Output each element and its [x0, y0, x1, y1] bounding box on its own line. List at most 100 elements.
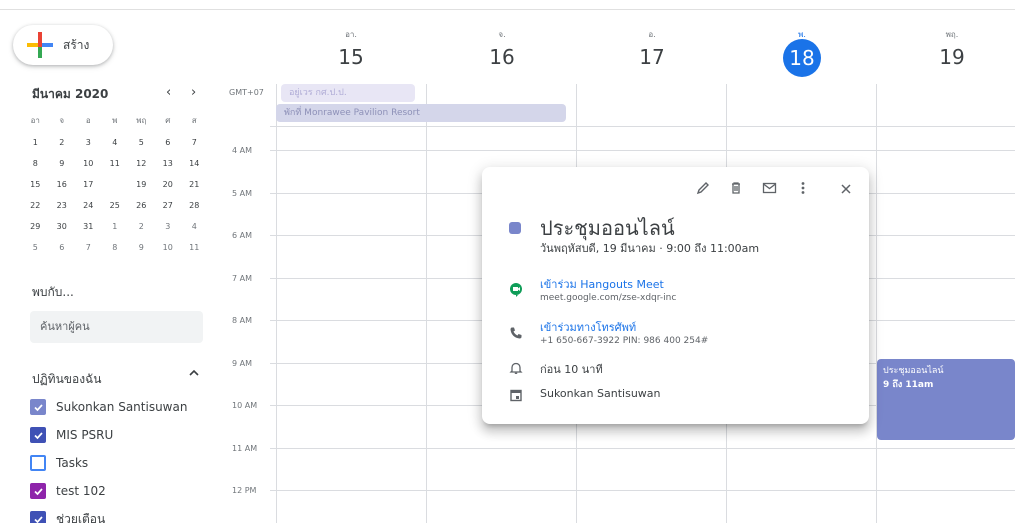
- bell-icon: [507, 359, 525, 377]
- mini-day[interactable]: 11: [102, 159, 129, 168]
- weekday-label: จ: [59, 115, 65, 125]
- mini-day[interactable]: 5: [128, 138, 155, 147]
- event-details-popup: ประชุมออนไลน์ วันพฤหัสบดี, 19 มีนาคม · 9…: [482, 167, 869, 424]
- mini-day[interactable]: 10: [75, 159, 102, 168]
- mini-day[interactable]: 6: [155, 138, 182, 147]
- allday-event[interactable]: อยู่เวร กศ.ป.ป.: [281, 84, 415, 102]
- mini-day[interactable]: 4: [181, 222, 208, 231]
- calendar-checkbox[interactable]: [30, 455, 46, 471]
- mini-day[interactable]: 5: [22, 243, 49, 252]
- calendar-checkbox[interactable]: [30, 483, 46, 499]
- event-time: 9 ถึง 11am: [883, 380, 934, 390]
- close-icon[interactable]: [836, 181, 856, 201]
- mini-day[interactable]: 12: [128, 159, 155, 168]
- email-icon[interactable]: [759, 181, 779, 201]
- day-name: จ.: [498, 30, 506, 39]
- mini-day[interactable]: 23: [49, 201, 76, 210]
- mini-day[interactable]: 1: [22, 138, 49, 147]
- mini-day[interactable]: 21: [181, 180, 208, 189]
- hour-line: [270, 150, 1015, 151]
- join-hangouts-link[interactable]: เข้าร่วม Hangouts Meet: [540, 275, 664, 293]
- mini-day[interactable]: 13: [155, 159, 182, 168]
- day-number[interactable]: 19: [877, 45, 1015, 69]
- mini-day[interactable]: 15: [22, 180, 49, 189]
- mini-day[interactable]: 3: [75, 138, 102, 147]
- next-month-button[interactable]: ›: [191, 85, 196, 100]
- time-label: 8 AM: [232, 316, 253, 325]
- mini-day[interactable]: 8: [22, 159, 49, 168]
- day-number-today[interactable]: 18: [727, 39, 877, 77]
- weekday-label: อา: [30, 115, 40, 125]
- mini-day[interactable]: 24: [75, 201, 102, 210]
- calendar-checkbox[interactable]: [30, 399, 46, 415]
- mini-day[interactable]: 8: [102, 243, 129, 252]
- mini-day[interactable]: 4: [102, 138, 129, 147]
- mini-day[interactable]: 17: [75, 180, 102, 189]
- calendar-list-item[interactable]: ช่วยเตือน: [30, 510, 105, 523]
- calendar-label: MIS PSRU: [56, 428, 114, 442]
- mini-day[interactable]: 25: [102, 201, 129, 210]
- more-icon[interactable]: [793, 181, 813, 201]
- mini-day[interactable]: 10: [155, 243, 182, 252]
- phone-number: +1 650-667-3922 PIN: 986 400 254#: [540, 336, 709, 346]
- mini-day[interactable]: 11: [181, 243, 208, 252]
- time-label: 5 AM: [232, 189, 253, 198]
- chevron-up-icon[interactable]: [188, 367, 200, 382]
- search-people-input[interactable]: ค้นหาผู้คน: [30, 311, 203, 343]
- mini-day[interactable]: 2: [128, 222, 155, 231]
- hour-line: [270, 490, 1015, 491]
- mini-day[interactable]: 1: [102, 222, 129, 231]
- prev-month-button[interactable]: ‹: [166, 85, 171, 100]
- mini-day[interactable]: 3: [155, 222, 182, 231]
- mini-day-today[interactable]: 18: [102, 172, 129, 192]
- delete-icon[interactable]: [726, 181, 746, 201]
- mini-day[interactable]: 19: [128, 180, 155, 189]
- mini-day[interactable]: 28: [181, 201, 208, 210]
- calendar-event[interactable]: ประชุมออนไลน์ 9 ถึง 11am: [877, 359, 1015, 440]
- mini-day[interactable]: 9: [128, 243, 155, 252]
- mini-day[interactable]: 20: [155, 180, 182, 189]
- time-label: 7 AM: [232, 274, 253, 283]
- edit-icon[interactable]: [693, 181, 713, 201]
- mini-day[interactable]: 30: [49, 222, 76, 231]
- allday-event[interactable]: พักที่ Monrawee Pavilion Resort: [276, 104, 566, 122]
- mini-day[interactable]: 22: [22, 201, 49, 210]
- time-label: 4 AM: [232, 146, 253, 155]
- mini-day[interactable]: 9: [49, 159, 76, 168]
- time-label: 9 AM: [232, 359, 253, 368]
- day-number[interactable]: 17: [577, 45, 727, 69]
- calendar-list-item[interactable]: test 102: [30, 482, 106, 500]
- mini-day[interactable]: 14: [181, 159, 208, 168]
- mini-day[interactable]: 7: [181, 138, 208, 147]
- join-by-phone-link[interactable]: เข้าร่วมทางโทรศัพท์: [540, 318, 636, 336]
- mini-day[interactable]: 7: [75, 243, 102, 252]
- mini-day[interactable]: 16: [49, 180, 76, 189]
- event-title: ประชุมออนไลน์: [883, 366, 944, 376]
- reminder-text: ก่อน 10 นาที: [540, 363, 603, 376]
- day-number[interactable]: 15: [276, 45, 426, 69]
- mini-calendar-grid: อาจอพพฤศส 1 2 3 4 5 6 7 8 9 10 11 12 13 14 15 16 17 18 19 20…: [22, 108, 212, 258]
- event-color-swatch: [509, 222, 521, 234]
- calendar-checkbox[interactable]: [30, 511, 46, 523]
- calendar-checkbox[interactable]: [30, 427, 46, 443]
- weekday-label: อ: [85, 115, 91, 125]
- mini-day[interactable]: 27: [155, 201, 182, 210]
- mini-day[interactable]: 29: [22, 222, 49, 231]
- day-name: พฤ.: [945, 30, 959, 39]
- mini-day[interactable]: 2: [49, 138, 76, 147]
- create-button[interactable]: สร้าง: [13, 25, 113, 65]
- mini-day[interactable]: 26: [128, 201, 155, 210]
- calendar-list-item[interactable]: MIS PSRU: [30, 426, 113, 444]
- allday-divider: [270, 126, 1015, 127]
- calendar-list-item[interactable]: Sukonkan Santisuwan: [30, 398, 187, 416]
- timezone-label: GMT+07: [229, 88, 264, 97]
- calendar-list-item[interactable]: Tasks: [30, 454, 88, 472]
- mini-day[interactable]: 31: [75, 222, 102, 231]
- time-label: 12 PM: [232, 486, 257, 495]
- weekday-label: พ: [112, 115, 118, 125]
- mini-day[interactable]: 6: [49, 243, 76, 252]
- day-name: อ.: [648, 30, 656, 39]
- time-label: 10 AM: [232, 401, 258, 410]
- phone-icon: [507, 324, 525, 342]
- day-number[interactable]: 16: [427, 45, 577, 69]
